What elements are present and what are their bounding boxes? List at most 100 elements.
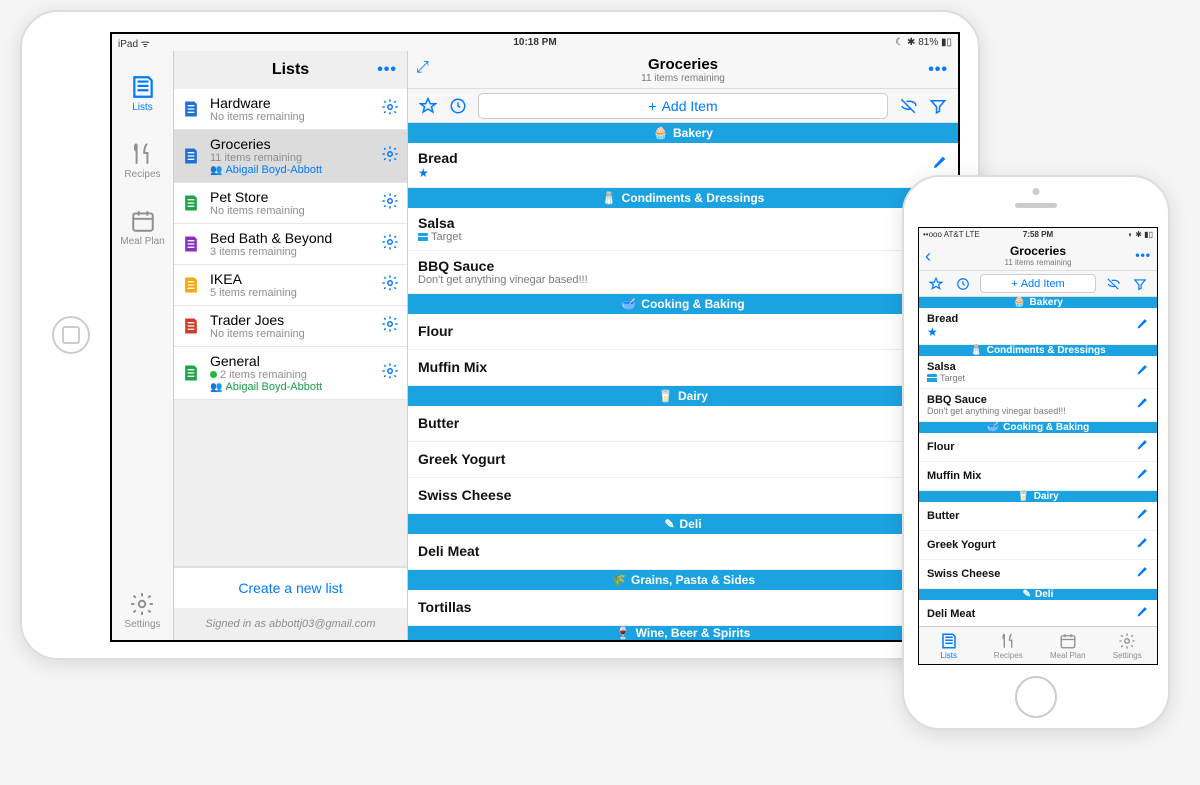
list-settings-button[interactable]: [381, 274, 399, 297]
grocery-item[interactable]: Butter: [919, 502, 1157, 531]
iphone-home-button[interactable]: [1015, 676, 1057, 718]
iph-filter-button[interactable]: [1130, 274, 1150, 294]
iph-tab-mealplan[interactable]: Meal Plan: [1038, 627, 1098, 664]
groceries-scroll[interactable]: 🧁BakeryBread★🧂Condiments & DressingsSals…: [408, 123, 958, 640]
favorite-button[interactable]: [418, 96, 438, 116]
utensils-icon: [129, 141, 155, 167]
list-text: HardwareNo items remaining: [210, 95, 373, 123]
item-name: Butter: [927, 510, 1136, 522]
grocery-item[interactable]: SalsaTarget: [919, 356, 1157, 389]
section-header: 🧂Condiments & Dressings: [408, 188, 958, 208]
item-name: Swiss Cheese: [927, 568, 1136, 580]
iph-tab-recipes-label: Recipes: [994, 651, 1023, 660]
item-info: SalsaTarget: [927, 361, 1136, 383]
grocery-item[interactable]: Deli Meat: [408, 534, 958, 570]
edit-item-button[interactable]: [1136, 467, 1149, 485]
list-row[interactable]: Trader JoesNo items remaining: [174, 306, 407, 347]
item-info: BBQ SauceDon't get anything vinegar base…: [418, 258, 932, 286]
iphone-more-button[interactable]: •••: [1135, 248, 1151, 262]
edit-item-button[interactable]: [1136, 605, 1149, 623]
section-title: Cooking & Baking: [1003, 422, 1089, 433]
item-name: BBQ Sauce: [418, 258, 932, 274]
list-settings-button[interactable]: [381, 145, 399, 168]
list-settings-button[interactable]: [381, 98, 399, 121]
grocery-item[interactable]: Tortillas: [408, 590, 958, 626]
recent-button[interactable]: [448, 96, 468, 116]
lists-more-button[interactable]: •••: [377, 61, 397, 79]
iph-add-item-button[interactable]: + Add Item: [980, 274, 1096, 293]
list-settings-button[interactable]: [381, 362, 399, 385]
create-list-button[interactable]: Create a new list: [174, 566, 407, 608]
tab-recipes-label: Recipes: [124, 169, 160, 180]
list-settings-button[interactable]: [381, 192, 399, 215]
iph-tab-recipes[interactable]: Recipes: [979, 627, 1039, 664]
iph-recent-button[interactable]: [953, 274, 973, 294]
edit-item-button[interactable]: [1136, 396, 1149, 414]
filter-button[interactable]: [928, 96, 948, 116]
hide-completed-button[interactable]: [898, 96, 918, 116]
list-text: Trader JoesNo items remaining: [210, 312, 373, 340]
item-info: Butter: [927, 510, 1136, 522]
tab-lists[interactable]: Lists: [130, 74, 156, 113]
edit-item-button[interactable]: [932, 154, 948, 175]
edit-item-button[interactable]: [1136, 507, 1149, 525]
section-title: Deli: [1035, 589, 1053, 600]
iph-tab-settings[interactable]: Settings: [1098, 627, 1158, 664]
iphone-toolbar: + Add Item: [919, 271, 1157, 297]
grocery-item[interactable]: Greek Yogurt: [408, 442, 958, 478]
list-text: Pet StoreNo items remaining: [210, 189, 373, 217]
ipad-home-button[interactable]: [52, 316, 90, 354]
tab-settings-label: Settings: [124, 619, 160, 630]
ipad-device-frame: iPad ᯤ 10:18 PM ☾ ✱ 81% ▮▯ Lists Recipes…: [20, 10, 980, 660]
grocery-item[interactable]: Greek Yogurt: [919, 531, 1157, 560]
list-row[interactable]: Pet StoreNo items remaining: [174, 183, 407, 224]
grocery-item[interactable]: Bread★: [408, 143, 958, 188]
grocery-item[interactable]: Butter: [408, 406, 958, 442]
iph-add-item-label: Add Item: [1021, 278, 1065, 290]
store-icon: [418, 233, 428, 241]
list-color-icon: [180, 98, 202, 120]
iph-favorite-button[interactable]: [926, 274, 946, 294]
expand-button[interactable]: ⤢: [416, 59, 429, 77]
iph-hide-button[interactable]: [1103, 274, 1123, 294]
list-row[interactable]: IKEA5 items remaining: [174, 265, 407, 306]
iph-tab-lists[interactable]: Lists: [919, 627, 979, 664]
grocery-item[interactable]: Flour: [408, 314, 958, 350]
section-icon: 🥣: [621, 297, 636, 311]
edit-item-button[interactable]: [1136, 317, 1149, 335]
lists-scroll[interactable]: HardwareNo items remaining Groceries11 it…: [174, 89, 407, 566]
grocery-item[interactable]: BBQ SauceDon't get anything vinegar base…: [408, 251, 958, 294]
list-row[interactable]: General2 items remaining👥Abigail Boyd-Ab…: [174, 347, 407, 400]
grocery-item[interactable]: BBQ SauceDon't get anything vinegar base…: [919, 389, 1157, 422]
item-info: Greek Yogurt: [927, 539, 1136, 551]
tab-recipes[interactable]: Recipes: [124, 141, 160, 180]
list-row[interactable]: HardwareNo items remaining: [174, 89, 407, 130]
list-settings-button[interactable]: [381, 315, 399, 338]
list-settings-button[interactable]: [381, 233, 399, 256]
iphone-groceries-scroll[interactable]: 🧁BakeryBread★🧂Condiments & DressingsSals…: [919, 297, 1157, 626]
iphone-title: Groceries: [1010, 244, 1066, 258]
item-info: Swiss Cheese: [927, 568, 1136, 580]
grocery-item[interactable]: Flour: [919, 433, 1157, 462]
grocery-item[interactable]: Bread★: [919, 308, 1157, 345]
grocery-item[interactable]: SalsaTarget: [408, 208, 958, 251]
grocery-item[interactable]: Muffin Mix: [408, 350, 958, 386]
tab-mealplan[interactable]: Meal Plan: [120, 208, 164, 247]
detail-more-button[interactable]: •••: [928, 61, 948, 79]
back-button[interactable]: ‹: [925, 246, 931, 267]
grocery-item[interactable]: Swiss Cheese: [408, 478, 958, 514]
edit-item-button[interactable]: [1136, 438, 1149, 456]
list-row[interactable]: Bed Bath & Beyond3 items remaining: [174, 224, 407, 265]
edit-item-button[interactable]: [1136, 536, 1149, 554]
list-row[interactable]: Groceries11 items remaining👥Abigail Boyd…: [174, 130, 407, 183]
grocery-item[interactable]: Swiss Cheese: [919, 560, 1157, 589]
edit-item-button[interactable]: [1136, 363, 1149, 381]
calendar-icon: [1059, 632, 1077, 650]
add-item-button[interactable]: + Add Item: [478, 93, 888, 119]
section-title: Grains, Pasta & Sides: [631, 573, 755, 587]
tab-settings[interactable]: Settings: [124, 591, 160, 630]
edit-item-button[interactable]: [1136, 565, 1149, 583]
grocery-item[interactable]: Muffin Mix: [919, 462, 1157, 491]
grocery-item[interactable]: Deli Meat: [919, 600, 1157, 626]
section-icon: 🧂: [602, 191, 617, 205]
